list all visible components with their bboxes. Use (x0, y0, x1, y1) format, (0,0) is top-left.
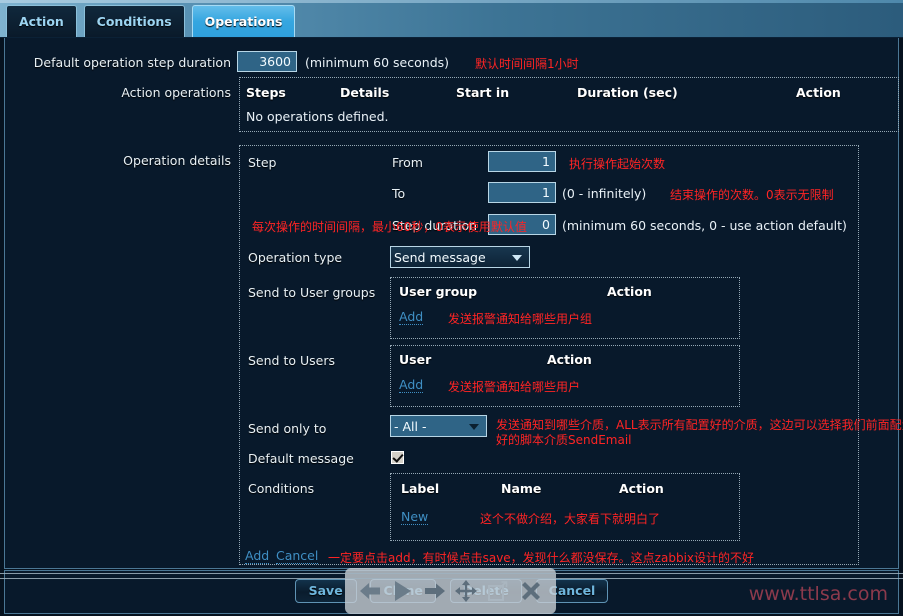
arrow-left-icon[interactable] (358, 580, 382, 602)
move-icon[interactable] (455, 580, 478, 602)
step-to-note: 结束操作的次数。0表示无限制 (670, 188, 834, 202)
no-operations-text: No operations defined. (246, 109, 389, 124)
send-only-to-label: Send only to (248, 421, 327, 436)
default-step-duration-input[interactable] (237, 51, 297, 72)
default-step-duration-note: 默认时间间隔1小时 (475, 57, 579, 71)
user-groups-box: User group Action Add 发送报警通知给哪些用户组 (390, 277, 740, 339)
overlay-guide-line-bottom (0, 578, 903, 579)
user-note: 发送报警通知给哪些用户 (448, 380, 581, 394)
col-duration: Duration (sec) (577, 85, 678, 100)
user-group-add-link[interactable]: Add (399, 309, 424, 325)
send-to-user-groups-label: Send to User groups (248, 285, 376, 300)
step-to-input[interactable] (488, 182, 556, 203)
tab-action[interactable]: Action (6, 5, 77, 37)
operation-details-box: Step From 执行操作起始次数 To (0 - infinitely) 结… (239, 145, 903, 565)
col-user: User (399, 352, 432, 367)
default-message-checkbox[interactable] (391, 451, 404, 464)
step-duration-note: 每次操作的时间间隔，最小60秒，0表示使用默认值 (252, 220, 527, 234)
condition-new-link[interactable]: New (401, 509, 429, 525)
user-add-link[interactable]: Add (399, 377, 424, 393)
col-details: Details (340, 85, 390, 100)
action-operations-box: Steps Details Start in Duration (sec) Ac… (239, 77, 899, 132)
operations-form-panel: Default operation step duration (minimum… (4, 38, 903, 569)
tab-operations[interactable]: Operations (191, 5, 296, 37)
conditions-label: Conditions (248, 481, 315, 496)
col-name: Name (501, 481, 542, 496)
conditions-box: Label Name Action New 这个不做介绍，大家看下就明白了 (390, 473, 740, 541)
step-from-input[interactable] (488, 151, 556, 172)
col-condition-action: Action (619, 481, 664, 496)
operation-details-label: Operation details (123, 153, 231, 168)
col-start-in: Start in (456, 85, 510, 100)
floating-toolbar[interactable] (345, 568, 556, 614)
default-message-label: Default message (248, 451, 354, 466)
resize-icon[interactable] (487, 580, 509, 602)
step-to-hint: (0 - infinitely) (562, 186, 647, 201)
operation-type-label: Operation type (248, 250, 343, 265)
tab-bar: Action Conditions Operations (0, 0, 903, 38)
default-step-duration-label: Default operation step duration (33, 55, 231, 70)
col-user-group: User group (399, 284, 478, 299)
col-user-group-action: Action (607, 284, 652, 299)
operation-type-select[interactable]: Send message (390, 246, 530, 268)
close-icon[interactable] (519, 579, 543, 603)
step-duration-hint: (minimum 60 seconds, 0 - use action defa… (562, 218, 847, 233)
col-label: Label (401, 481, 440, 496)
step-to-label: To (392, 186, 406, 201)
overlay-guide-line-top (0, 573, 903, 574)
add-cancel-note: 一定要点击add，有时候点击save，发现什么都没保存。这点zabbix设计的不… (328, 551, 755, 565)
step-from-label: From (392, 155, 423, 170)
users-box: User Action Add 发送报警通知给哪些用户 (390, 345, 740, 407)
send-only-to-note-line2: 好的脚本介质SendEmail (496, 433, 632, 447)
default-step-duration-hint: (minimum 60 seconds) (305, 55, 450, 70)
send-only-to-select[interactable]: - All - (390, 415, 487, 437)
arrow-right-icon[interactable] (424, 581, 446, 601)
col-user-action: Action (547, 352, 592, 367)
operation-add-link[interactable]: Add (245, 548, 270, 564)
col-steps: Steps (246, 85, 286, 100)
site-watermark: www.ttlsa.com (748, 583, 888, 605)
play-icon[interactable] (392, 579, 414, 603)
operation-cancel-link[interactable]: Cancel (276, 548, 319, 564)
step-from-note: 执行操作起始次数 (569, 157, 666, 171)
col-action: Action (796, 85, 841, 100)
tab-conditions[interactable]: Conditions (83, 5, 185, 37)
send-to-users-label: Send to Users (248, 353, 335, 368)
conditions-note: 这个不做介绍，大家看下就明白了 (480, 512, 661, 526)
action-operations-label: Action operations (121, 85, 231, 100)
step-label: Step (248, 155, 277, 170)
user-group-note: 发送报警通知给哪些用户组 (448, 312, 593, 326)
